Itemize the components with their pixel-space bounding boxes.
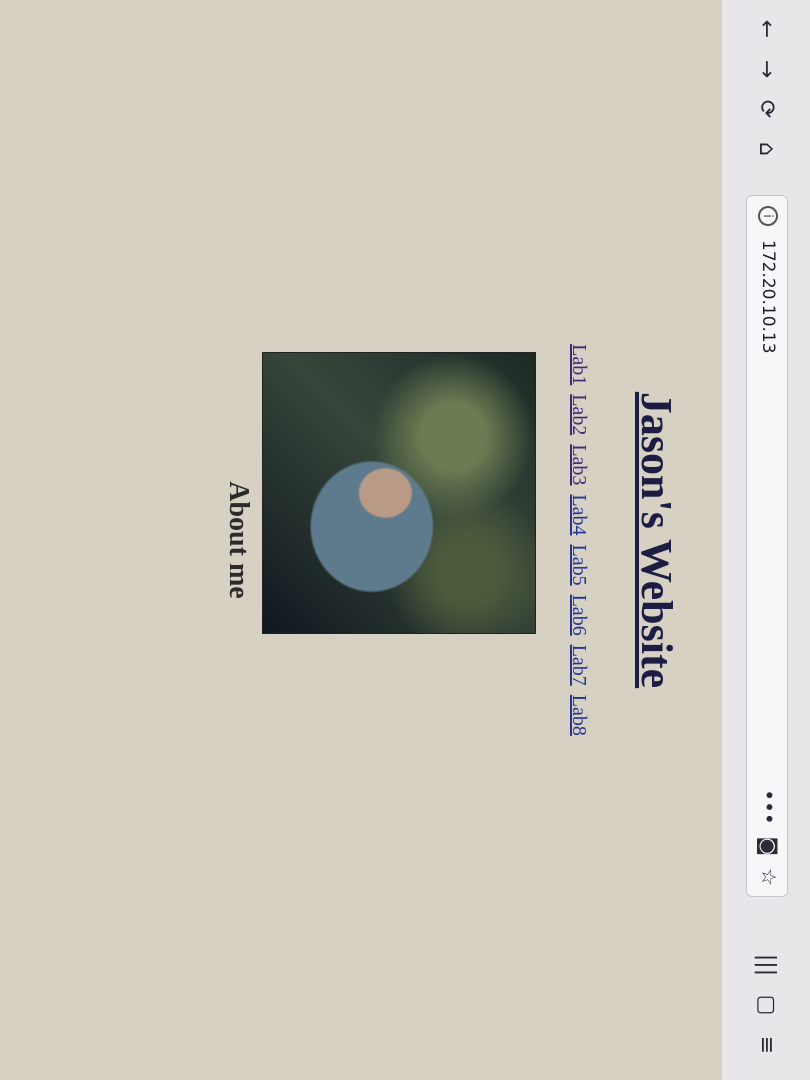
library-icon[interactable]: ||| [752, 950, 782, 980]
more-icon[interactable]: ••• [757, 789, 781, 824]
star-icon[interactable]: ☆ [757, 868, 781, 886]
reload-icon[interactable]: ⟳ [752, 94, 782, 124]
nav-link-lab6[interactable]: Lab6 [568, 595, 590, 636]
sidebar-icon[interactable]: ▢ [752, 990, 782, 1020]
info-icon[interactable]: i [758, 206, 778, 226]
lab-nav: Lab1 Lab2 Lab3 Lab4 Lab5 Lab6 Lab7 Lab8 [567, 0, 590, 1080]
nav-link-lab4[interactable]: Lab4 [568, 494, 590, 535]
url-text[interactable]: 172.20.10.13 [758, 240, 778, 354]
nav-link-lab1[interactable]: Lab1 [568, 344, 590, 385]
browser-window: ← → ⟳ ⌂ i 172.20.10.13 ••• ◙ ☆ ||| ▢ ≡ J… [0, 0, 810, 1080]
pocket-icon[interactable]: ◙ [757, 837, 781, 856]
forward-icon[interactable]: → [752, 54, 782, 84]
nav-link-lab3[interactable]: Lab3 [568, 444, 590, 485]
home-icon[interactable]: ⌂ [752, 134, 782, 164]
nav-link-lab5[interactable]: Lab5 [568, 545, 590, 586]
menu-icon[interactable]: ≡ [752, 1030, 782, 1060]
nav-link-lab7[interactable]: Lab7 [568, 645, 590, 686]
section-title: About me [223, 481, 254, 599]
page-content: Jason's Website Lab1 Lab2 Lab3 Lab4 Lab5… [0, 0, 722, 1080]
back-icon[interactable]: ← [752, 14, 782, 44]
address-bar[interactable]: i 172.20.10.13 ••• ◙ ☆ [746, 195, 788, 897]
profile-photo [262, 352, 536, 634]
nav-link-lab8[interactable]: Lab8 [568, 695, 590, 736]
browser-toolbar: ← → ⟳ ⌂ i 172.20.10.13 ••• ◙ ☆ ||| ▢ ≡ [721, 0, 810, 1080]
urlbar-actions: ••• ◙ ☆ [757, 789, 781, 886]
nav-link-lab2[interactable]: Lab2 [568, 394, 590, 435]
page-title: Jason's Website [632, 391, 681, 689]
